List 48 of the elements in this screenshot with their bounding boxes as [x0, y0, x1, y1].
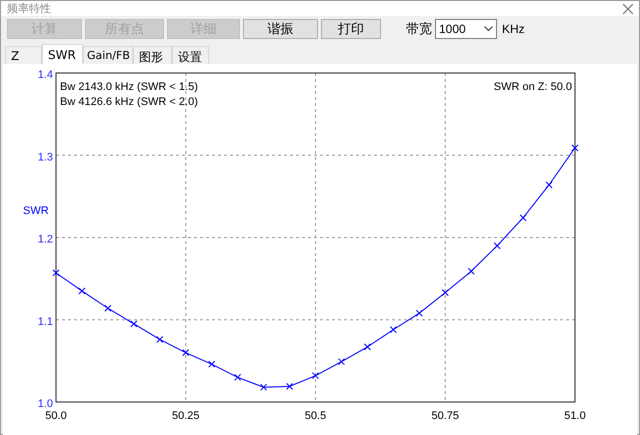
bandwidth-note: Bw 4126.6 kHz (SWR < 2.0) — [60, 96, 198, 108]
point-marker — [156, 336, 164, 343]
point-marker — [494, 242, 501, 250]
y-tick-label: 1.3 — [38, 151, 53, 164]
point-marker — [546, 181, 553, 188]
x-tick-label: 50.5 — [304, 410, 326, 422]
point-marker — [208, 360, 216, 368]
point-marker — [182, 349, 190, 356]
point-marker — [416, 310, 423, 317]
x-tick-label: 50.25 — [172, 410, 200, 422]
bandwidth-label: 带宽 — [406, 21, 432, 38]
bandwidth-note: Bw 2143.0 kHz (SWR < 1.5) — [60, 81, 198, 93]
tab[interactable]: Gain/FB — [83, 46, 133, 64]
tab[interactable]: SWR — [42, 44, 83, 64]
point-marker — [572, 144, 578, 152]
point-marker — [260, 384, 268, 391]
point-marker — [130, 320, 138, 328]
point-marker — [338, 358, 345, 366]
bandwidth-dropdown[interactable]: 1000 — [435, 19, 497, 39]
window-title: 频率特性 — [7, 1, 51, 16]
x-tick-label: 50.0 — [45, 410, 67, 422]
point-marker — [78, 287, 86, 294]
toolbar-button[interactable]: 打印 — [321, 19, 381, 39]
point-marker — [390, 326, 397, 334]
y-tick-label: 1.0 — [38, 398, 53, 410]
tab[interactable]: 设置 — [172, 46, 209, 64]
point-marker — [286, 382, 294, 390]
close-icon[interactable] — [623, 4, 633, 14]
point-marker — [364, 343, 371, 350]
toolbar-button[interactable]: 谐振 — [243, 19, 318, 39]
point-marker — [234, 374, 242, 381]
point-marker — [312, 372, 319, 380]
point-marker — [520, 214, 527, 222]
point-marker — [104, 304, 112, 312]
x-tick-label: 51.0 — [564, 410, 586, 422]
point-marker — [442, 289, 449, 296]
tab[interactable]: Z — [5, 46, 42, 64]
point-marker — [468, 268, 475, 275]
unit-label: KHz — [502, 22, 525, 36]
caret-icon[interactable] — [484, 26, 493, 32]
reference-impedance: SWR on Z: 50.0 — [494, 81, 572, 93]
x-tick-label: 50.75 — [431, 410, 460, 422]
point-marker — [52, 269, 60, 276]
tab[interactable]: 图形 — [133, 46, 172, 64]
y-axis-title: SWR — [23, 205, 49, 217]
y-tick-label: 1.1 — [38, 316, 53, 328]
y-tick-label: 1.4 — [38, 69, 53, 81]
y-tick-label: 1.2 — [38, 234, 53, 246]
